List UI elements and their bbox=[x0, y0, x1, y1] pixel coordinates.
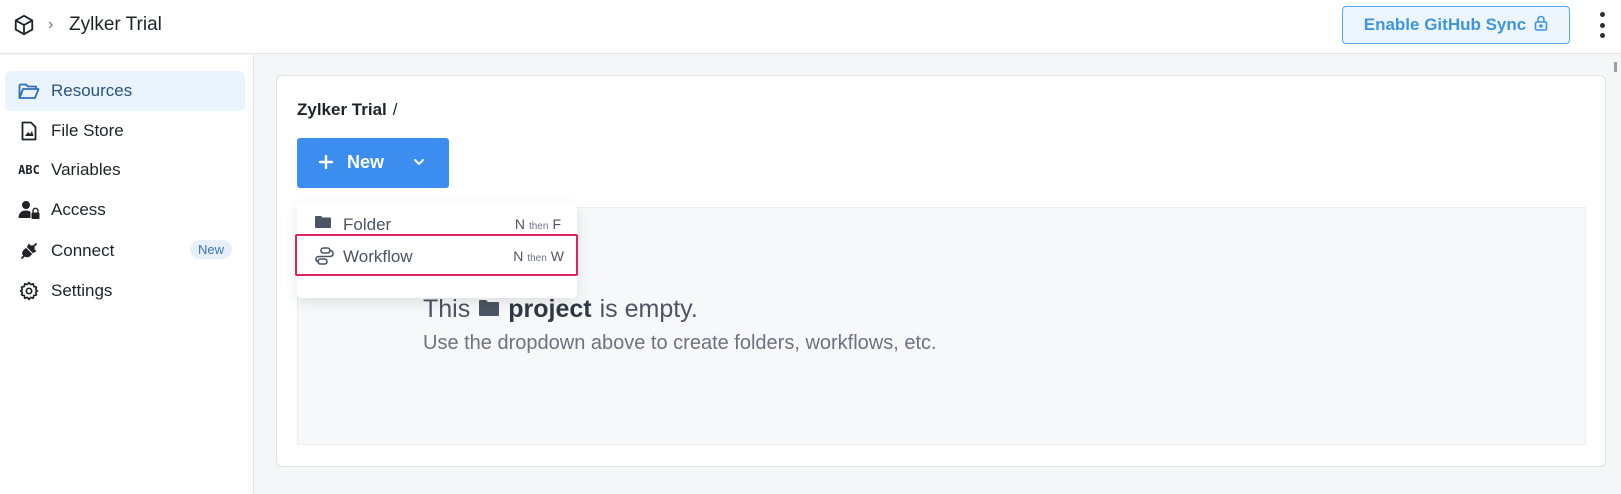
gear-icon bbox=[18, 280, 40, 302]
file-icon bbox=[18, 120, 40, 142]
empty-suffix: is empty. bbox=[599, 295, 698, 323]
empty-state-message: This project is empty. bbox=[423, 295, 698, 324]
new-badge: New bbox=[190, 240, 233, 259]
enable-github-sync-button[interactable]: Enable GitHub Sync bbox=[1342, 6, 1570, 44]
menu-item-label: Folder bbox=[343, 215, 392, 234]
path-project-title[interactable]: Zylker Trial bbox=[297, 100, 387, 119]
scrollbar-indicator[interactable] bbox=[1614, 62, 1617, 72]
sidebar-item-label: Connect bbox=[51, 241, 115, 260]
plug-icon bbox=[18, 240, 40, 262]
sidebar-item-file-store[interactable]: File Store bbox=[5, 111, 245, 151]
sidebar-item-resources[interactable]: Resources bbox=[5, 71, 245, 111]
sidebar-item-label: Resources bbox=[51, 81, 133, 100]
folder-open-icon bbox=[18, 80, 40, 102]
sidebar-item-settings[interactable]: Settings bbox=[5, 271, 245, 311]
folder-icon bbox=[478, 295, 500, 324]
github-sync-label: Enable GitHub Sync bbox=[1363, 15, 1527, 34]
keyboard-shortcut: Nthen F bbox=[514, 216, 561, 232]
empty-emphasis: project bbox=[508, 295, 592, 323]
sidebar-item-label: Access bbox=[51, 200, 106, 219]
new-dropdown-menu: Folder Nthen F Workflow Nthen W bbox=[295, 203, 578, 298]
new-button[interactable]: New bbox=[297, 138, 449, 188]
sidebar-item-connect[interactable]: Connect New bbox=[5, 231, 245, 271]
project-path: Zylker Trial / bbox=[297, 100, 398, 120]
sidebar-item-label: File Store bbox=[51, 121, 124, 140]
sidebar-item-label: Variables bbox=[51, 160, 121, 179]
sidebar-item-variables[interactable]: ABC Variables bbox=[5, 150, 245, 190]
new-button-label: New bbox=[347, 152, 385, 172]
sidebar-item-access[interactable]: Access bbox=[5, 190, 245, 230]
sidebar-item-label: Settings bbox=[51, 281, 113, 300]
user-lock-icon bbox=[18, 199, 40, 221]
breadcrumb-project-title[interactable]: Zylker Trial bbox=[69, 14, 162, 36]
breadcrumb-separator: › bbox=[48, 16, 54, 33]
keyboard-shortcut: Nthen W bbox=[513, 248, 564, 264]
cube-logo-icon[interactable] bbox=[13, 14, 35, 36]
lock-icon bbox=[1534, 15, 1548, 36]
top-bar: › Zylker Trial Enable GitHub Sync bbox=[0, 0, 1621, 54]
menu-item-label: Workflow bbox=[343, 247, 413, 266]
empty-state-hint: Use the dropdown above to create folders… bbox=[423, 332, 937, 354]
more-options-kebab-icon[interactable] bbox=[1596, 12, 1608, 38]
path-separator: / bbox=[392, 100, 398, 119]
empty-prefix: This bbox=[423, 295, 471, 323]
plus-icon bbox=[318, 149, 334, 175]
chevron-down-icon[interactable] bbox=[412, 153, 426, 174]
workflow-icon bbox=[314, 246, 334, 266]
menu-item-workflow[interactable]: Workflow Nthen W bbox=[295, 234, 578, 276]
folder-icon bbox=[314, 214, 334, 234]
abc-icon: ABC bbox=[18, 163, 40, 177]
sidebar: Resources File Store ABC Variables Acces… bbox=[0, 55, 254, 494]
